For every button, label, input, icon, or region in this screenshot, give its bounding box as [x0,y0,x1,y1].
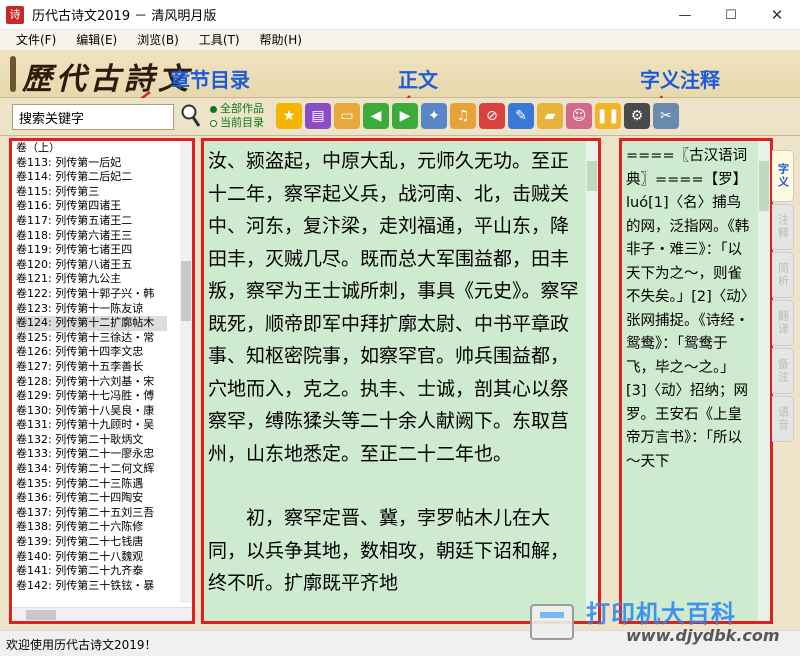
pause-icon[interactable]: ❚❚ [595,103,621,129]
annotation-frame-notes [619,138,773,624]
satellite-icon[interactable]: ✦ [421,103,447,129]
tab-meaning[interactable]: 字义 [772,150,794,202]
menu-tools[interactable]: 工具(T) [189,30,250,50]
radio-unselected-icon[interactable] [210,119,217,127]
book-icon[interactable]: ▤ [305,103,331,129]
status-bar: 欢迎使用历代古诗文2019！ [0,630,800,656]
minimize-button[interactable]: — [662,0,708,30]
app-icon: 诗 [6,5,24,24]
scope-all-option[interactable]: 全部作品 [210,102,264,116]
annotation-notes-label: 字义注释 [640,68,720,92]
settings-icon[interactable]: ⚙ [624,103,650,129]
annotation-toc-label: 章节目录 [170,68,250,92]
tab-remarks[interactable]: 备注 [772,348,794,394]
tab-analysis[interactable]: 简析 [772,252,794,298]
menu-bar: 文件(F) 编辑(E) 浏览(B) 工具(T) 帮助(H) [0,30,800,50]
folder-icon[interactable]: ▰ [537,103,563,129]
forward-arrow-icon[interactable]: ▶ [392,103,418,129]
close-button[interactable]: ✕ [754,0,800,30]
tool-buttons: ★ ▤ ▭ ◀ ▶ ✦ ♫ ⊘ ✎ ▰ ☺ ❚❚ ⚙ ✂ [276,103,679,129]
tab-annotation[interactable]: 注释 [772,204,794,250]
maximize-button[interactable]: ☐ [708,0,754,30]
edit-icon[interactable]: ✎ [508,103,534,129]
app-logo: 歷代古詩文 [22,62,192,97]
status-text: 欢迎使用历代古诗文2019！ [6,638,157,652]
scope-all-label: 全部作品 [220,102,264,115]
back-arrow-icon[interactable]: ◀ [363,103,389,129]
scroll-decoration-icon [10,56,16,92]
star-icon[interactable]: ★ [276,103,302,129]
banner: 歷代古詩文 章节目录 正文 字义注释 [0,50,800,98]
tab-translation[interactable]: 翻译 [772,300,794,346]
menu-browse[interactable]: 浏览(B) [127,30,189,50]
toolbar: 全部作品 当前目录 ★ ▤ ▭ ◀ ▶ ✦ ♫ ⊘ ✎ ▰ ☺ ❚❚ ⚙ ✂ [0,98,800,136]
folder-open-icon[interactable]: ▭ [334,103,360,129]
annotation-frame-body [201,138,601,624]
title-bar: 诗 历代古诗文2019 － 清风明月版 — ☐ ✕ [0,0,800,30]
radio-selected-icon[interactable] [210,105,217,113]
window-controls: — ☐ ✕ [662,0,800,30]
search-input[interactable] [12,104,174,130]
music-off-icon[interactable]: ♫ [450,103,476,129]
speaker-off-icon[interactable]: ⊘ [479,103,505,129]
people-icon[interactable]: ☺ [566,103,592,129]
annotation-body-label: 正文 [398,68,438,92]
menu-help[interactable]: 帮助(H) [250,30,312,50]
scope-current-option[interactable]: 当前目录 [210,116,264,130]
magnifier-search-icon[interactable] [180,103,202,129]
side-tabs: 字义 注释 简析 翻译 备注 语音 [772,150,796,442]
menu-edit[interactable]: 编辑(E) [66,30,127,50]
scope-current-label: 当前目录 [220,116,264,129]
search-scope: 全部作品 当前目录 [210,102,264,130]
tab-pronunciation[interactable]: 语音 [772,396,794,442]
tools-icon[interactable]: ✂ [653,103,679,129]
annotation-frame-toc [9,138,195,624]
window-title: 历代古诗文2019 － 清风明月版 [32,9,217,24]
menu-file[interactable]: 文件(F) [0,30,66,50]
